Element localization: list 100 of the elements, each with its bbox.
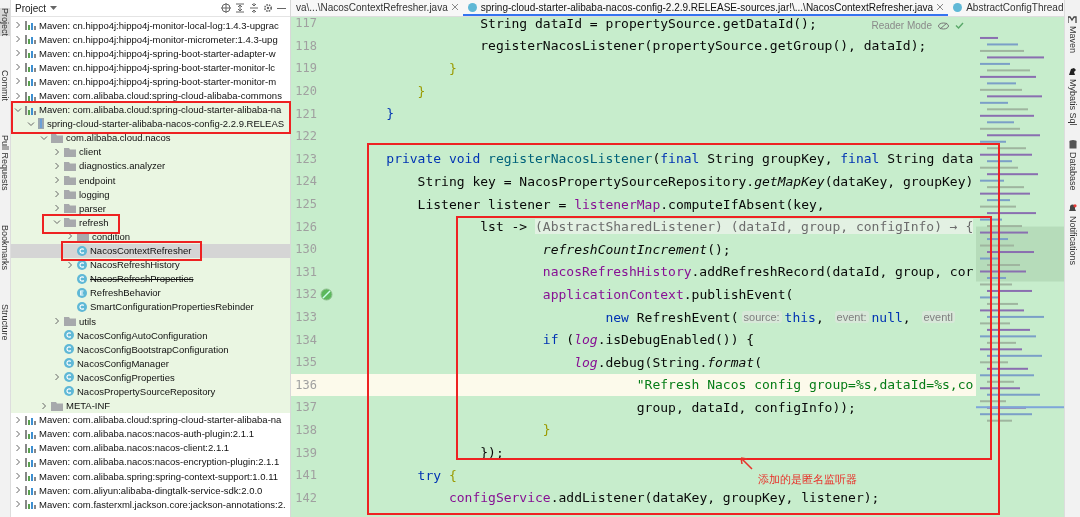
tree-item-label: Maven: com.alibaba.cloud:spring-cloud-starter-alibaba-na bbox=[39, 104, 282, 116]
library-icon bbox=[25, 76, 36, 87]
library-icon bbox=[25, 20, 36, 31]
class-icon bbox=[64, 344, 74, 355]
class-icon bbox=[64, 386, 74, 397]
tree-item[interactable]: Maven: cn.hippo4j:hippo4j-monitor-micrometer:1.4.3-upg bbox=[11, 32, 290, 47]
tree-item-label: Maven: com.alibaba.spring:spring-context-support:1.0.11 bbox=[39, 470, 279, 482]
library-icon bbox=[25, 62, 36, 73]
tree-item-label: spring-cloud-starter-alibaba-nacos-config-2.2.9.RELEAS bbox=[47, 118, 285, 130]
tree-item[interactable]: Maven: com.alibaba.spring:spring-context-support:1.0.11 bbox=[11, 469, 290, 484]
editor-tab[interactable]: va\...\NacosContextRefresher.java bbox=[291, 0, 463, 16]
tool-window-tab[interactable]: Pull Requests bbox=[0, 135, 10, 191]
code-line: if (log.isDebugEnabled()) { bbox=[541, 332, 755, 348]
tree-item[interactable]: Maven: com.alibaba.nacos:nacos-client:2.1.1 bbox=[11, 440, 290, 455]
tree-item-label: Maven: com.alibaba.cloud:spring-cloud-starter-alibaba-na bbox=[39, 414, 282, 426]
class-icon bbox=[64, 330, 74, 341]
tree-item[interactable]: NacosPropertySourceRepository bbox=[11, 384, 290, 399]
line-number: 130 bbox=[294, 242, 317, 257]
line-number: 137 bbox=[294, 400, 317, 415]
tool-window-tab[interactable]: Database bbox=[1067, 151, 1078, 191]
code-line: } bbox=[385, 106, 395, 122]
collapse-all-icon[interactable] bbox=[249, 3, 259, 13]
line-number: 119 bbox=[294, 61, 317, 76]
tool-window-tab[interactable]: Project bbox=[0, 8, 10, 36]
code-line: String key = NacosPropertySourceRepository.getMapKey(dataKey, groupKey) bbox=[416, 173, 974, 189]
tree-item[interactable]: NacosConfigAutoConfiguration bbox=[11, 328, 290, 343]
annotation-arrow bbox=[738, 455, 754, 471]
code-line: lst -> (AbstractSharedListener) (dataId, group, configInfo) → { bbox=[479, 219, 974, 235]
tree-item-label: NacosRefreshHistory bbox=[90, 259, 180, 271]
tree-item[interactable]: refresh bbox=[11, 215, 290, 230]
tree-item[interactable]: endpoint bbox=[11, 173, 290, 188]
eye-crossed-icon[interactable] bbox=[938, 21, 949, 30]
database-icon bbox=[1068, 139, 1077, 149]
library-icon bbox=[25, 499, 36, 510]
line-number: 133 bbox=[294, 310, 317, 324]
settings-icon[interactable] bbox=[263, 3, 273, 13]
tree-item-label: utils bbox=[79, 315, 96, 327]
tree-item[interactable]: NacosConfigProperties bbox=[11, 370, 290, 385]
tree-item[interactable]: parser bbox=[11, 201, 290, 216]
tree-item-label: Maven: com.aliyun:alibaba-dingtalk-service-sdk:2.0.0 bbox=[39, 484, 263, 496]
library-icon bbox=[25, 485, 36, 496]
tool-window-tab[interactable]: Mybatis Sql bbox=[1067, 79, 1078, 126]
library-icon bbox=[25, 442, 36, 453]
tree-item-label: SmartConfigurationPropertiesRebinder bbox=[90, 301, 254, 313]
tool-window-tab[interactable]: Structure bbox=[0, 303, 10, 341]
tree-item[interactable]: logging bbox=[11, 187, 290, 202]
close-icon[interactable] bbox=[937, 4, 944, 10]
tree-item[interactable]: Maven: com.alibaba.nacos:nacos-encryption-plugin:2.1.1 bbox=[11, 454, 290, 469]
tree-item-label: Maven: cn.hippo4j:hippo4j-spring-boot-starter-monitor-lc bbox=[39, 61, 276, 73]
tree-item[interactable]: NacosConfigManager bbox=[11, 356, 290, 371]
editor-tab[interactable]: spring-cloud-starter-alibaba-nacos-config-2.2.9.RELEASE-sources.jar!\...\NacosContextRefresher.java bbox=[462, 0, 949, 16]
tree-item[interactable]: Maven: cn.hippo4j:hippo4j-monitor-local-log:1.4.3-upgrac bbox=[11, 18, 290, 33]
tree-item-label: NacosRefreshProperties bbox=[90, 273, 194, 285]
code-line: "Refresh Nacos config group=%s,dataId=%s,co bbox=[635, 377, 974, 393]
tool-window-tab[interactable]: Notifications bbox=[1067, 216, 1078, 266]
class-icon bbox=[77, 259, 87, 270]
code-line: nacosRefreshHistory.addRefreshRecord(dataId, group, cor bbox=[541, 264, 974, 280]
line-number: 141 bbox=[294, 468, 317, 483]
tree-item[interactable]: Maven: cn.hippo4j:hippo4j-spring-boot-starter-monitor-lc bbox=[11, 60, 290, 75]
line-number: 126 bbox=[294, 219, 317, 234]
expand-all-icon[interactable] bbox=[235, 3, 245, 13]
tree-item-label: NacosPropertySourceRepository bbox=[77, 386, 216, 397]
tree-item[interactable]: Maven: com.aliyun:alibaba-dingtalk-service-sdk:2.0.0 bbox=[11, 483, 290, 498]
tree-item[interactable]: Maven: cn.hippo4j:hippo4j-spring-boot-starter-adapter-w bbox=[11, 46, 290, 61]
dropdown-caret-icon[interactable] bbox=[50, 5, 58, 11]
check-icon[interactable] bbox=[955, 22, 964, 29]
line-number: 135 bbox=[294, 355, 317, 370]
bell-icon bbox=[1068, 204, 1077, 214]
class-icon bbox=[77, 245, 87, 256]
tree-item[interactable]: Maven: cn.hippo4j:hippo4j-spring-boot-starter-monitor-m bbox=[11, 74, 290, 89]
tree-item-label: Maven: com.alibaba.nacos:nacos-encryption-plugin:2.1.1 bbox=[39, 456, 280, 468]
class-icon bbox=[467, 2, 477, 12]
close-icon[interactable] bbox=[451, 4, 458, 10]
line-number: 142 bbox=[294, 490, 317, 505]
panel-title[interactable]: Project bbox=[15, 2, 47, 14]
tree-item-label: Maven: cn.hippo4j:hippo4j-spring-boot-starter-monitor-m bbox=[39, 75, 277, 87]
code-line: try { bbox=[416, 467, 457, 483]
tree-item[interactable]: Maven: com.alibaba.cloud:spring-cloud-alibaba-commons bbox=[11, 88, 290, 103]
code-line: } bbox=[416, 83, 426, 99]
tool-window-tab[interactable]: Bookmarks bbox=[0, 224, 10, 270]
tree-item[interactable]: Maven: com.fasterxml.jackson.core:jackson-annotations:2. bbox=[11, 497, 290, 512]
line-number: 124 bbox=[294, 174, 317, 189]
tree-item[interactable]: NacosConfigBootstrapConfiguration bbox=[11, 342, 290, 357]
tree-item[interactable]: Maven: com.alibaba.cloud:spring-cloud-starter-alibaba-na bbox=[11, 412, 290, 427]
tree-item[interactable]: Maven: com.alibaba.nacos:nacos-auth-plugin:2.1.1 bbox=[11, 426, 290, 441]
tool-window-tab[interactable]: Maven bbox=[1067, 26, 1078, 53]
code-line: registerNacosListener(propertySource.getGroup(), dataId); bbox=[479, 38, 927, 54]
class-icon bbox=[77, 301, 87, 312]
code-line: group, dataId, configInfo)); bbox=[635, 399, 856, 415]
tool-window-tab[interactable]: Commit bbox=[0, 70, 10, 101]
listener-marker-icon[interactable] bbox=[320, 287, 333, 301]
target-icon[interactable] bbox=[221, 3, 231, 13]
tree-item-label: Maven: com.fasterxml.jackson.core:jackson-annotations:2. bbox=[39, 498, 286, 510]
line-number: 120 bbox=[294, 84, 317, 99]
library-icon bbox=[25, 414, 36, 425]
tree-item-label: NacosConfigProperties bbox=[77, 371, 175, 383]
tree-item-label: Maven: com.alibaba.nacos:nacos-auth-plugin:2.1.1 bbox=[39, 428, 254, 440]
annotation-note: 添加的是匿名监听器 bbox=[758, 472, 857, 487]
line-number: 139 bbox=[294, 445, 317, 460]
editor-tab[interactable]: AbstractConfigThread bbox=[948, 0, 1064, 16]
